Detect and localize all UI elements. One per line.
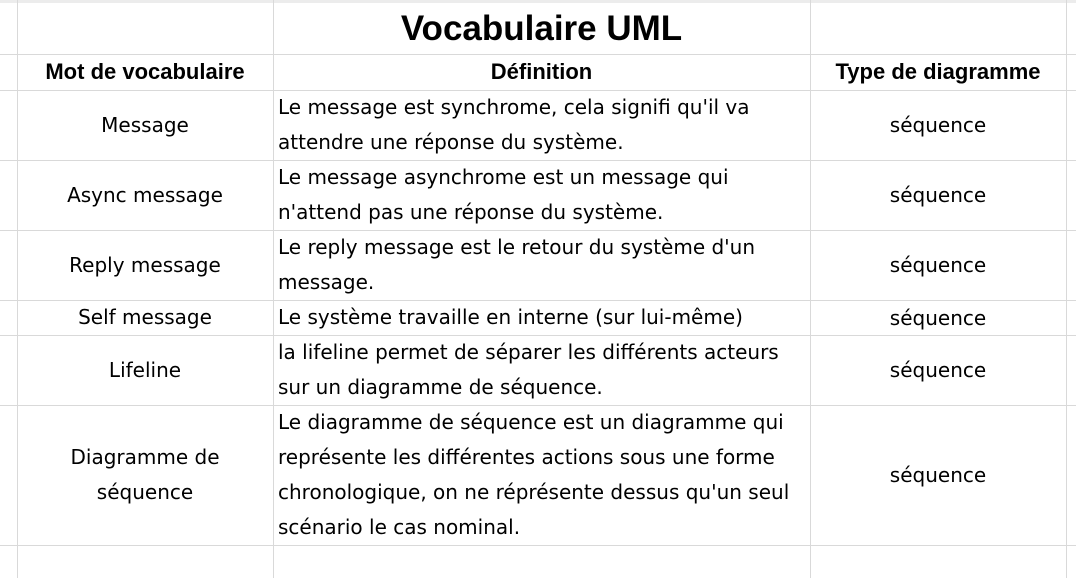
cell-type[interactable]: séquence <box>810 335 1066 405</box>
cell-type[interactable]: séquence <box>810 160 1066 230</box>
definition-text: Le message asynchrome est un message qui… <box>278 165 729 224</box>
cell-type[interactable]: séquence <box>810 300 1066 335</box>
sheet-title[interactable]: Vocabulaire UML <box>273 4 810 54</box>
header-term[interactable]: Mot de vocabulaire <box>17 54 273 90</box>
cell-type[interactable]: séquence <box>810 230 1066 300</box>
definition-text: la lifeline permet de séparer les différ… <box>278 340 779 399</box>
header-type[interactable]: Type de diagramme <box>810 54 1066 90</box>
cell-type[interactable]: séquence <box>810 90 1066 160</box>
cell-term[interactable]: Diagramme de séquence <box>17 405 273 545</box>
sheet-top-edge <box>0 0 1076 3</box>
cell-type[interactable]: séquence <box>810 405 1066 545</box>
cell-definition[interactable]: Le message est synchrome, cela signifi q… <box>273 90 810 160</box>
cell-definition[interactable]: Le diagramme de séquence est un diagramm… <box>273 405 810 545</box>
definition-text: Le système travaille en interne (sur lui… <box>278 305 743 329</box>
cell-term[interactable]: Async message <box>17 160 273 230</box>
cell-definition[interactable]: Le message asynchrome est un message qui… <box>273 160 810 230</box>
definition-text: Le message est synchrome, cela signifi q… <box>278 95 750 154</box>
cell-definition[interactable]: Le reply message est le retour du systèm… <box>273 230 810 300</box>
gridline <box>1066 0 1067 578</box>
cell-definition[interactable]: la lifeline permet de séparer les différ… <box>273 335 810 405</box>
cell-term[interactable]: Self message <box>17 300 273 335</box>
cell-definition[interactable]: Le système travaille en interne (sur lui… <box>273 300 810 335</box>
definition-text: Le diagramme de séquence est un diagramm… <box>278 410 790 539</box>
term-text: Diagramme de séquence <box>70 445 220 504</box>
cell-term[interactable]: Reply message <box>17 230 273 300</box>
spreadsheet-grid: Vocabulaire UML Mot de vocabulaire Défin… <box>0 0 1076 578</box>
cell-term[interactable]: Message <box>17 90 273 160</box>
header-definition[interactable]: Définition <box>273 54 810 90</box>
definition-text: Le reply message est le retour du systèm… <box>278 235 756 294</box>
gridline <box>0 545 1076 546</box>
cell-term[interactable]: Lifeline <box>17 335 273 405</box>
